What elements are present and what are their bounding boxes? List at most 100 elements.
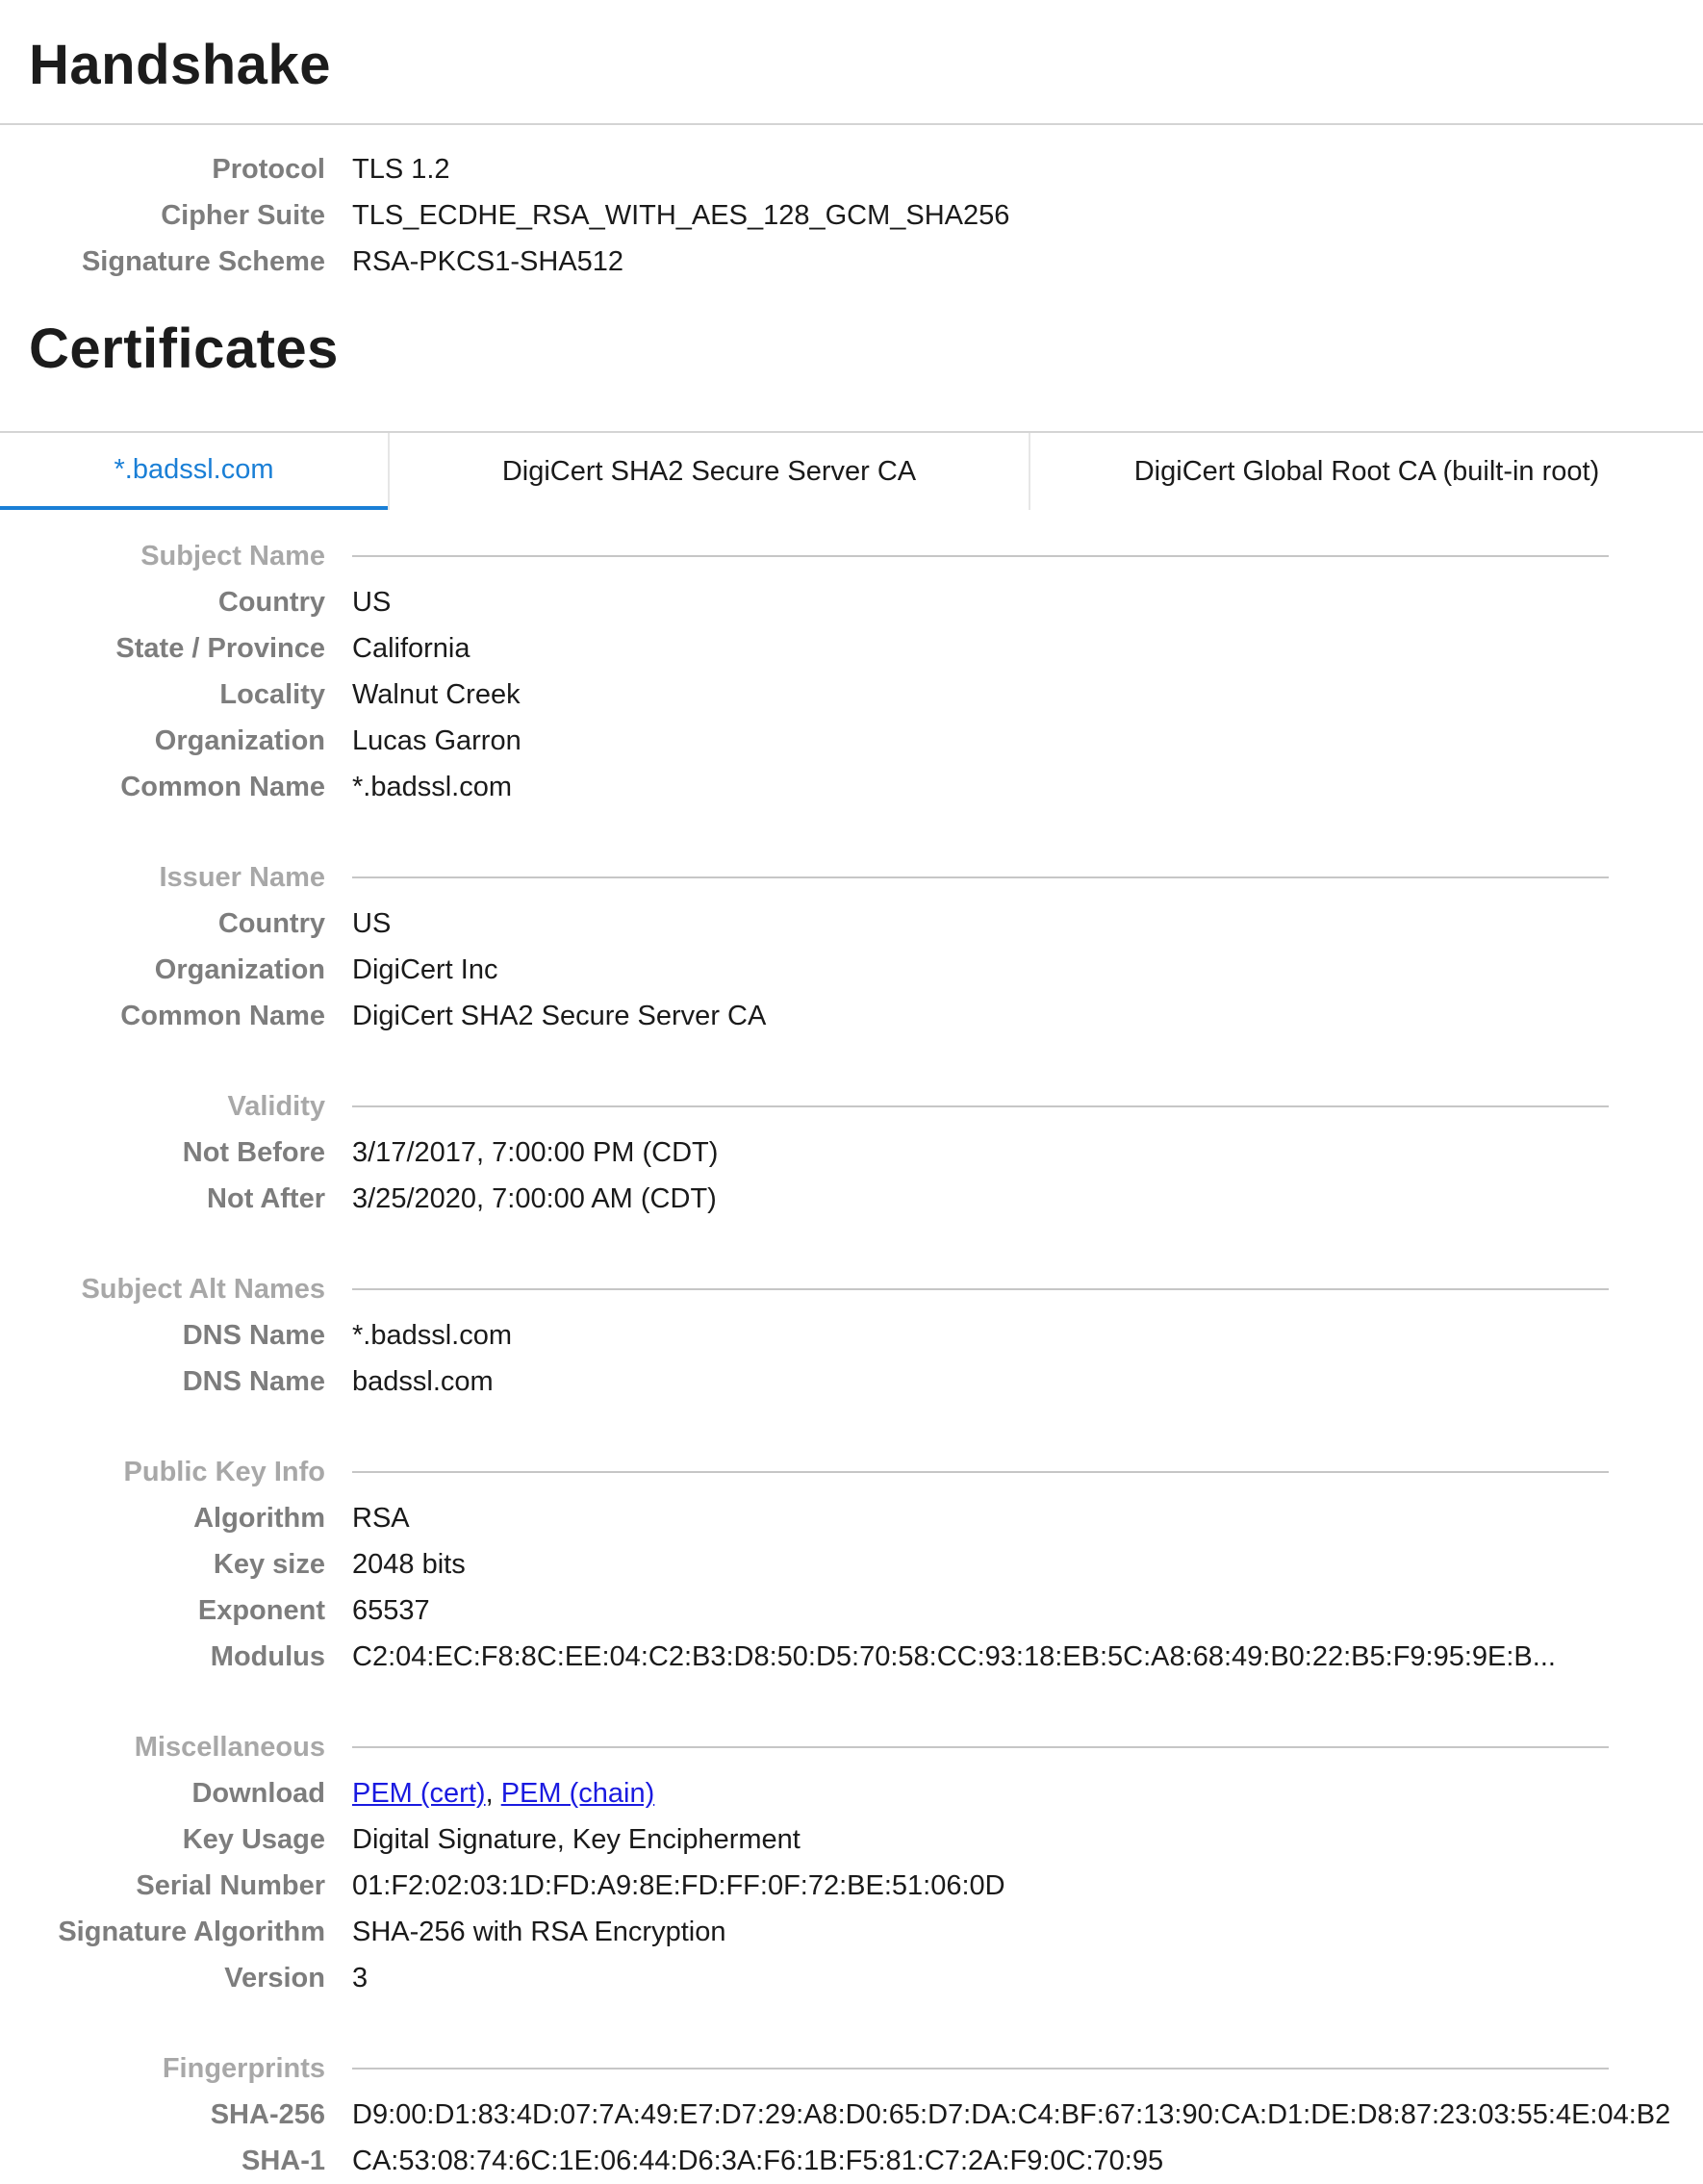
group-validity: Validity Not Before 3/17/2017, 7:00:00 PM … [0, 1083, 1703, 1222]
row-label: SHA-256 [210, 2099, 325, 2130]
row-value: 65537 [352, 1595, 430, 1626]
group-header: Issuer Name [0, 854, 1703, 901]
row-value: California [352, 633, 470, 664]
group-divider [352, 555, 1609, 557]
row-label: DNS Name [182, 1320, 325, 1351]
row-value: RSA-PKCS1-SHA512 [352, 246, 624, 277]
row-value: *.badssl.com [352, 772, 513, 802]
group-public-key-info: Public Key Info Algorithm RSA Key size 2048 … [0, 1449, 1703, 1680]
handshake-row-protocol: Protocol TLS 1.2 [0, 146, 1703, 192]
row-value: 3/25/2020, 7:00:00 AM (CDT) [352, 1183, 717, 1214]
group-divider [352, 876, 1609, 878]
group-header: Public Key Info [0, 1449, 1703, 1495]
row-label: Not Before [182, 1137, 325, 1168]
row-value: CA:53:08:74:6C:1E:06:44:D6:3A:F6:1B:F5:8… [352, 2146, 1164, 2176]
group-header: Subject Alt Names [0, 1266, 1703, 1312]
row-dns-name: DNS Name badssl.com [0, 1359, 1703, 1405]
row-value: DigiCert Inc [352, 954, 498, 985]
row-label: Signature Algorithm [58, 1917, 325, 1947]
tab-cert-badssl[interactable]: *.badssl.com [0, 433, 388, 510]
group-label: Miscellaneous [134, 1732, 325, 1763]
row-label: Country [217, 587, 325, 618]
row-label: State / Province [115, 633, 325, 664]
row-label: Modulus [210, 1641, 325, 1672]
group-header: Miscellaneous [0, 1724, 1703, 1770]
row-modulus: Modulus C2:04:EC:F8:8C:EE:04:C2:B3:D8:50:… [0, 1634, 1703, 1680]
row-label: Common Name [120, 772, 325, 802]
group-header: Subject Name [0, 533, 1703, 579]
row-label: Exponent [197, 1595, 325, 1626]
row-country: Country US [0, 579, 1703, 625]
row-value: 01:F2:02:03:1D:FD:A9:8E:FD:FF:0F:72:BE:5… [352, 1870, 1005, 1901]
group-divider [352, 1746, 1609, 1748]
row-exponent: Exponent 65537 [0, 1587, 1703, 1634]
row-value: Digital Signature, Key Encipherment [352, 1824, 801, 1855]
row-value: Walnut Creek [352, 679, 521, 710]
group-subject-name: Subject Name Country US State / Province Cal… [0, 533, 1703, 810]
row-value: 3/17/2017, 7:00:00 PM (CDT) [352, 1137, 719, 1168]
certificate-details: Subject Name Country US State / Province Cal… [0, 510, 1703, 2184]
group-divider [352, 1288, 1609, 1290]
row-not-after: Not After 3/25/2020, 7:00:00 AM (CDT) [0, 1176, 1703, 1222]
row-label: Key size [213, 1549, 325, 1580]
row-state-province: State / Province California [0, 625, 1703, 672]
group-header: Fingerprints [0, 2045, 1703, 2092]
row-label: SHA-1 [241, 2146, 325, 2176]
row-label: Common Name [120, 1001, 325, 1031]
handshake-table: Protocol TLS 1.2 Cipher Suite TLS_ECDHE_… [0, 125, 1703, 285]
row-label: Not After [207, 1183, 325, 1214]
row-value: DigiCert SHA2 Secure Server CA [352, 1001, 767, 1031]
row-label: Version [224, 1963, 325, 1994]
row-value: Lucas Garron [352, 725, 521, 756]
row-label: Algorithm [193, 1503, 325, 1534]
group-label: Subject Name [140, 541, 325, 571]
row-value: *.badssl.com [352, 1320, 513, 1351]
pem-chain-link[interactable]: PEM (chain) [501, 1778, 655, 1809]
row-label: Country [217, 908, 325, 939]
row-value: C2:04:EC:F8:8C:EE:04:C2:B3:D8:50:D5:70:5… [352, 1641, 1556, 1672]
row-key-usage: Key Usage Digital Signature, Key Encipher… [0, 1816, 1703, 1863]
row-label: Locality [219, 679, 325, 710]
certificates-title: Certificates [29, 317, 339, 380]
row-label: Key Usage [182, 1824, 325, 1855]
group-subject-alt-names: Subject Alt Names DNS Name *.badssl.com DNS… [0, 1266, 1703, 1405]
row-organization: Organization DigiCert Inc [0, 947, 1703, 993]
row-value: TLS 1.2 [352, 154, 450, 185]
handshake-title: Handshake [0, 0, 1703, 125]
row-label: Download [191, 1778, 325, 1809]
group-header: Validity [0, 1083, 1703, 1130]
row-version: Version 3 [0, 1955, 1703, 2001]
group-miscellaneous: Miscellaneous Download PEM (cert), PEM (ch… [0, 1724, 1703, 2001]
row-key-size: Key size 2048 bits [0, 1541, 1703, 1587]
row-label: DNS Name [182, 1366, 325, 1397]
group-issuer-name: Issuer Name Country US Organization DigiCert… [0, 854, 1703, 1039]
row-value: US [352, 908, 392, 939]
certificate-tabs: *.badssl.com DigiCert SHA2 Secure Server… [0, 431, 1703, 510]
row-value: 3 [352, 1963, 369, 1994]
row-label: Protocol [212, 154, 325, 185]
group-label: Validity [227, 1091, 325, 1122]
row-locality: Locality Walnut Creek [0, 672, 1703, 718]
row-label: Serial Number [136, 1870, 325, 1901]
row-country: Country US [0, 901, 1703, 947]
pem-cert-link[interactable]: PEM (cert) [352, 1778, 486, 1809]
row-value: 2048 bits [352, 1549, 466, 1580]
row-label: Organization [154, 954, 325, 985]
row-label: Signature Scheme [81, 246, 325, 277]
group-divider [352, 1105, 1609, 1107]
group-label: Fingerprints [162, 2053, 325, 2084]
group-divider [352, 1471, 1609, 1473]
row-common-name: Common Name *.badssl.com [0, 764, 1703, 810]
tab-cert-digicert-root[interactable]: DigiCert Global Root CA (built-in root) [1029, 433, 1703, 510]
row-value: PEM (cert), PEM (chain) [352, 1770, 654, 1816]
row-signature-algorithm: Signature Algorithm SHA-256 with RSA Encr… [0, 1909, 1703, 1955]
row-algorithm: Algorithm RSA [0, 1495, 1703, 1541]
group-fingerprints: Fingerprints SHA-256 D9:00:D1:83:4D:07:7A:… [0, 2045, 1703, 2184]
group-label: Public Key Info [123, 1457, 325, 1487]
row-value: SHA-256 with RSA Encryption [352, 1917, 726, 1947]
group-label: Issuer Name [159, 862, 326, 893]
row-label: Organization [154, 725, 325, 756]
row-not-before: Not Before 3/17/2017, 7:00:00 PM (CDT) [0, 1130, 1703, 1176]
tab-cert-digicert-sha2[interactable]: DigiCert SHA2 Secure Server CA [388, 433, 1029, 510]
group-label: Subject Alt Names [81, 1274, 325, 1305]
